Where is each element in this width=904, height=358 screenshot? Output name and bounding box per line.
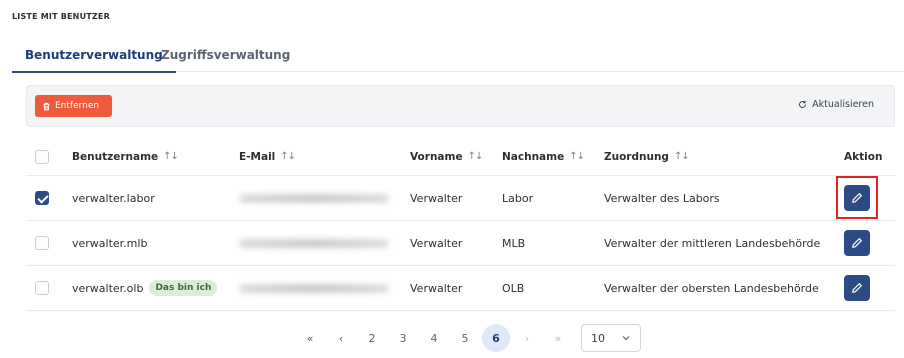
username-cell: verwalter.olb Das bin ich [72, 266, 218, 310]
username-cell: verwalter.mlb [72, 236, 148, 250]
sort-icon: ↑↓ [569, 151, 585, 162]
redacted-email [239, 238, 389, 248]
last-name-cell: Labor [502, 191, 534, 205]
redacted-email [239, 283, 389, 293]
current-user-badge: Das bin ich [149, 280, 218, 296]
toolbar: Entfernen Aktualisieren [26, 85, 895, 127]
table-row: verwalter.olb Das bin ich Verwalter OLB … [26, 266, 895, 311]
tab-bar: Benutzerverwaltung Zugriffsverwaltung [12, 40, 904, 73]
current-page-button[interactable]: 6 [482, 324, 510, 352]
trash-icon [43, 102, 50, 110]
prev-page-button[interactable]: ‹ [327, 324, 355, 352]
last-name-cell: MLB [502, 236, 526, 250]
page-button[interactable]: 5 [451, 324, 479, 352]
first-name-cell: Verwalter [410, 281, 463, 295]
username-cell: verwalter.labor [72, 191, 155, 205]
column-header-email[interactable]: E-Mail ↑↓ [239, 138, 296, 175]
row-checkbox[interactable] [35, 281, 49, 295]
page-button[interactable]: 4 [420, 324, 448, 352]
row-checkbox[interactable] [35, 191, 49, 205]
highlight-box [836, 176, 878, 219]
page-button[interactable]: 3 [389, 324, 417, 352]
refresh-button-label: Aktualisieren [812, 99, 874, 110]
sort-icon: ↑↓ [673, 151, 690, 162]
chevron-down-icon [622, 336, 630, 341]
first-name-cell: Verwalter [410, 236, 463, 250]
first-page-button[interactable]: « [296, 324, 324, 352]
last-page-button[interactable]: » [544, 324, 572, 352]
next-page-button[interactable]: › [513, 324, 541, 352]
page-button[interactable]: 2 [358, 324, 386, 352]
assignment-cell: Verwalter des Labors [604, 191, 720, 205]
table-row: verwalter.mlb Verwalter MLB Verwalter de… [26, 221, 895, 266]
last-name-cell: OLB [502, 281, 525, 295]
column-header-action: Aktion [844, 150, 883, 163]
sort-icon: ↑↓ [280, 151, 296, 162]
table-row: verwalter.labor Verwalter Labor Verwalte… [26, 176, 895, 221]
column-header-username[interactable]: Benutzername ↑↓ [72, 138, 179, 175]
refresh-icon [799, 100, 807, 108]
pencil-icon [852, 282, 863, 293]
redacted-email [239, 193, 389, 203]
column-header-assignment[interactable]: Zuordnung ↑↓ [604, 138, 690, 175]
select-all-checkbox[interactable] [35, 149, 49, 164]
tab-benutzerverwaltung[interactable]: Benutzerverwaltung [12, 48, 176, 73]
first-name-cell: Verwalter [410, 191, 463, 205]
page-size-value: 10 [591, 331, 605, 345]
email-cell [239, 266, 389, 310]
assignment-cell: Verwalter der mittleren Landesbehörde [604, 236, 821, 250]
sort-icon: ↑↓ [467, 151, 484, 162]
edit-button[interactable] [844, 275, 870, 301]
pagination: « ‹ 2 3 4 5 6 › » 10 [296, 323, 641, 353]
username-text: verwalter.olb [72, 281, 144, 295]
assignment-cell: Verwalter der obersten Landesbehörde [604, 281, 819, 295]
remove-button[interactable]: Entfernen [35, 95, 112, 117]
edit-button[interactable] [836, 176, 878, 219]
page-size-select[interactable]: 10 [581, 324, 641, 352]
remove-button-label: Entfernen [55, 101, 100, 111]
row-checkbox[interactable] [35, 236, 49, 250]
edit-button[interactable] [844, 230, 870, 256]
email-cell [239, 176, 389, 220]
section-title: LISTE MIT BENUTZER [12, 12, 110, 21]
refresh-button[interactable]: Aktualisieren [798, 99, 874, 110]
column-header-last-name[interactable]: Nachname ↑↓ [502, 138, 585, 175]
column-header-first-name[interactable]: Vorname ↑↓ [410, 138, 484, 175]
email-cell [239, 221, 389, 265]
pencil-icon [852, 237, 863, 248]
table-header-row: Benutzername ↑↓ E-Mail ↑↓ Vorname ↑↓ Nachna… [26, 138, 895, 176]
tab-zugriffsverwaltung[interactable]: Zugriffsverwaltung [161, 48, 290, 62]
sort-icon: ↑↓ [163, 151, 179, 162]
